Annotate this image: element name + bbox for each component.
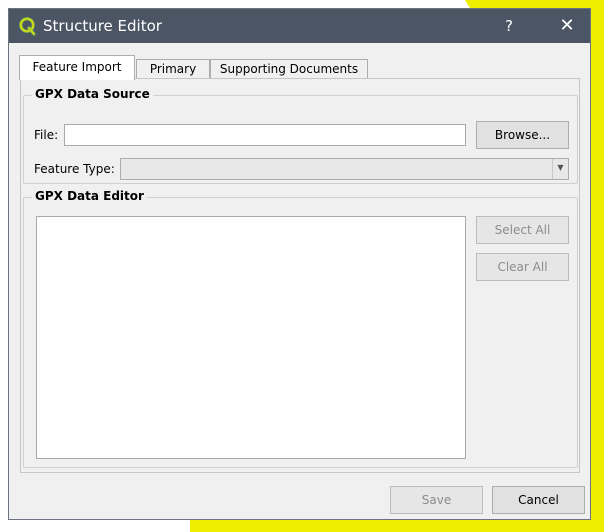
- file-label: File:: [34, 128, 59, 142]
- qgis-logo-icon: [19, 17, 36, 36]
- title-bar[interactable]: Structure Editor ? ✕: [9, 9, 590, 43]
- help-button[interactable]: ?: [491, 9, 527, 43]
- tab-label: Primary: [149, 62, 197, 76]
- clear-all-label: Clear All: [497, 260, 548, 274]
- save-label: Save: [421, 493, 452, 507]
- tab-supporting-documents[interactable]: Supporting Documents: [210, 59, 368, 79]
- tab-primary[interactable]: Primary: [136, 59, 210, 79]
- select-all-label: Select All: [494, 223, 551, 237]
- tab-feature-import[interactable]: Feature Import: [19, 55, 135, 80]
- feature-type-label: Feature Type:: [34, 162, 115, 176]
- browse-label: Browse...: [494, 128, 551, 142]
- chevron-down-icon: ▼: [552, 159, 568, 179]
- cancel-label: Cancel: [518, 493, 559, 507]
- close-button[interactable]: ✕: [547, 9, 587, 43]
- group-title: GPX Data Source: [32, 87, 153, 101]
- cancel-button[interactable]: Cancel: [492, 486, 585, 514]
- tab-label: Feature Import: [32, 60, 122, 74]
- select-all-button[interactable]: Select All: [476, 216, 569, 244]
- gpx-data-list[interactable]: [36, 216, 466, 459]
- feature-type-select[interactable]: ▼: [120, 158, 569, 180]
- window-title: Structure Editor: [43, 17, 162, 35]
- file-path-input[interactable]: [64, 124, 466, 146]
- structure-editor-dialog: Structure Editor ? ✕ Feature Import Prim…: [8, 8, 591, 520]
- clear-all-button[interactable]: Clear All: [476, 253, 569, 281]
- gpx-data-editor-group: GPX Data Editor Select All Clear All: [23, 189, 578, 468]
- group-title: GPX Data Editor: [32, 189, 147, 203]
- gpx-data-source-group: GPX Data Source File: Browse... Feature …: [23, 87, 578, 184]
- tab-panel-feature-import: GPX Data Source File: Browse... Feature …: [20, 78, 580, 473]
- browse-button[interactable]: Browse...: [476, 121, 569, 149]
- tab-label: Supporting Documents: [219, 62, 359, 76]
- save-button[interactable]: Save: [390, 486, 483, 514]
